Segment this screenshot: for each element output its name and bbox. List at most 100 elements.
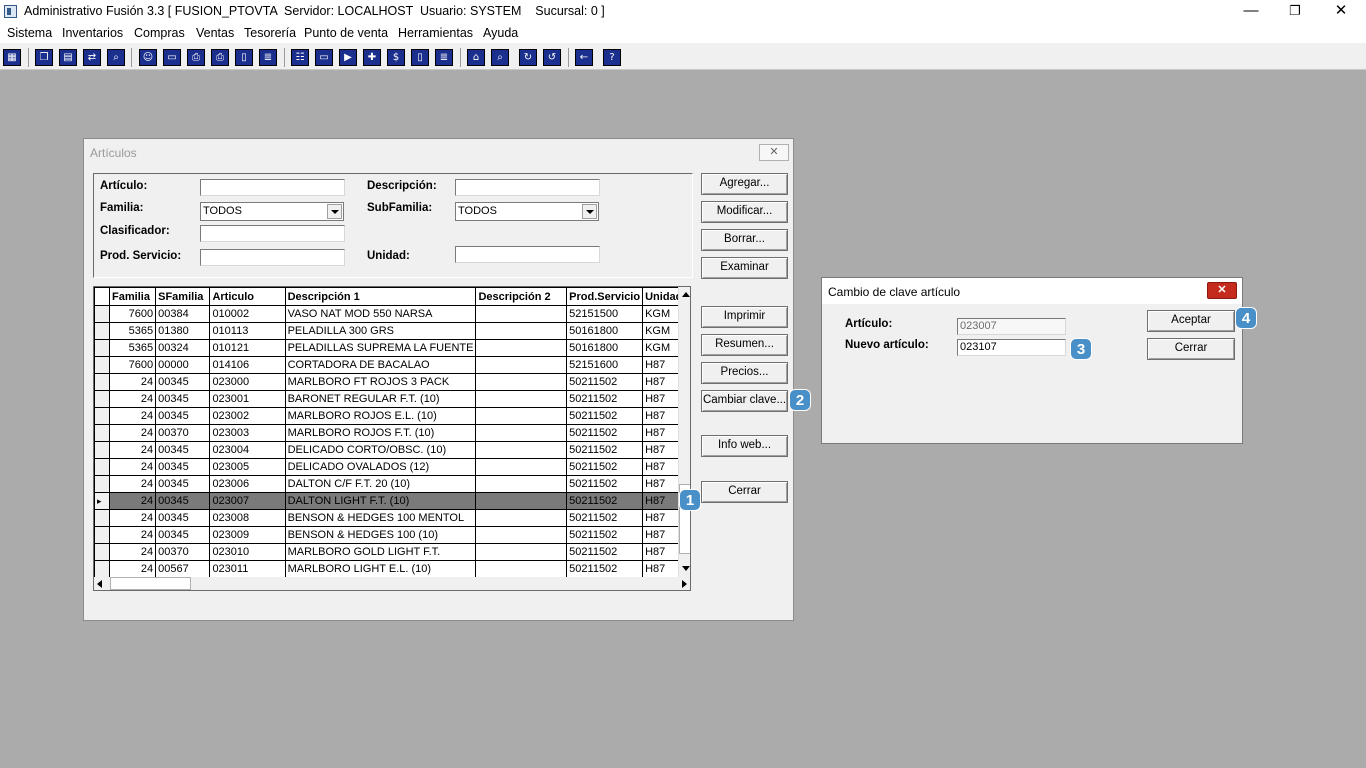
table-row[interactable]: 24 00345 023008 BENSON & HEDGES 100 MENTOL 5… — [94, 509, 690, 527]
scroll-down-icon[interactable] — [682, 566, 690, 571]
precios-button[interactable]: Precios... — [701, 362, 788, 384]
articulos-grid[interactable]: Familia SFamilia Articulo Descripción 1 … — [93, 286, 691, 591]
row-indicator[interactable] — [94, 458, 111, 476]
column-header[interactable]: Prod.Servicio — [566, 287, 644, 306]
examinar-button[interactable]: Examinar — [701, 257, 788, 279]
menu-punto-de-venta[interactable]: Punto de venta — [304, 26, 388, 40]
list-icon[interactable]: ≣ — [259, 49, 277, 66]
cambiar-clave-button[interactable]: Cambiar clave... — [701, 390, 788, 412]
table-row[interactable]: 24 00345 023004 DELICADO CORTO/OBSC. (10) 50… — [94, 441, 690, 459]
resumen-button[interactable]: Resumen... — [701, 334, 788, 356]
dollar-icon[interactable]: $ — [387, 49, 405, 66]
folder-icon[interactable]: ▭ — [163, 49, 181, 66]
row-indicator[interactable] — [94, 509, 111, 527]
dialog-close-button[interactable]: ✕ — [1207, 282, 1237, 299]
copy-icon[interactable]: ❐ — [35, 49, 53, 66]
printer-out-icon[interactable]: ⎙ — [187, 49, 205, 66]
row-indicator[interactable] — [94, 475, 111, 493]
cerrar-button[interactable]: Cerrar — [701, 481, 788, 503]
help-icon[interactable]: ? — [603, 49, 621, 66]
minimize-button[interactable]: — — [1228, 0, 1274, 24]
close-button[interactable]: ✕ — [1318, 0, 1364, 24]
report-icon[interactable]: ▯ — [411, 49, 429, 66]
menu-ayuda[interactable]: Ayuda — [483, 26, 518, 40]
table-row[interactable]: ▸ 24 00345 023007 DALTON LIGHT F.T. (10) 5021… — [94, 492, 690, 510]
agregar-button[interactable]: Agregar... — [701, 173, 788, 195]
menu-inventarios[interactable]: Inventarios — [62, 26, 123, 40]
articulos-close-button[interactable]: ✕ — [759, 144, 789, 161]
clasificador-input[interactable] — [200, 225, 345, 242]
table-row[interactable]: 7600 00384 010002 VASO NAT MOD 550 NARSA 521… — [94, 305, 690, 323]
add-icon[interactable]: ✚ — [363, 49, 381, 66]
table-row[interactable]: 24 00345 023001 BARONET REGULAR F.T. (10) 50… — [94, 390, 690, 408]
table-row[interactable]: 5365 01380 010113 PELADILLA 300 GRS 50161800… — [94, 322, 690, 340]
home-icon[interactable]: ⌂ — [467, 49, 485, 66]
table-row[interactable]: 24 00370 023010 MARLBORO GOLD LIGHT F.T. 502… — [94, 543, 690, 561]
column-header[interactable]: Descripción 1 — [284, 287, 477, 306]
unidad-input[interactable] — [455, 246, 600, 263]
back-icon[interactable]: ← — [575, 49, 593, 66]
table-row[interactable]: 24 00567 023011 MARLBORO LIGHT E.L. (10) 502… — [94, 560, 690, 578]
menu-sistema[interactable]: Sistema — [7, 26, 52, 40]
borrar-button[interactable]: Borrar... — [701, 229, 788, 251]
document-icon[interactable]: ▯ — [235, 49, 253, 66]
table-row[interactable]: 24 00370 023003 MARLBORO ROJOS F.T. (10) 502… — [94, 424, 690, 442]
row-indicator[interactable] — [94, 543, 111, 561]
column-header[interactable]: Articulo — [209, 287, 286, 306]
selected-row-indicator-icon[interactable]: ▸ — [94, 492, 111, 510]
aceptar-button[interactable]: Aceptar — [1147, 310, 1235, 332]
person-icon[interactable]: ☺ — [139, 49, 157, 66]
scroll-left-icon[interactable] — [97, 580, 102, 588]
card-icon[interactable]: ▭ — [315, 49, 333, 66]
row-indicator[interactable] — [94, 390, 111, 408]
users-icon[interactable]: ☷ — [291, 49, 309, 66]
dialog-nuevo-articulo-input[interactable]: 023107 — [957, 339, 1066, 356]
scroll-right-icon[interactable] — [682, 580, 687, 588]
prod-servicio-input[interactable] — [200, 249, 345, 266]
familia-select[interactable]: TODOS — [200, 202, 344, 221]
dialog-cerrar-button[interactable]: Cerrar — [1147, 338, 1235, 360]
undo-icon[interactable]: ↺ — [543, 49, 561, 66]
menu-herramientas[interactable]: Herramientas — [398, 26, 473, 40]
row-indicator[interactable] — [94, 356, 111, 374]
table-row[interactable]: 7600 00000 014106 CORTADORA DE BACALAO 52151… — [94, 356, 690, 374]
menu-tesoreria[interactable]: Tesorería — [244, 26, 296, 40]
calculator-icon[interactable]: ▦ — [3, 49, 21, 66]
horizontal-scroll-thumb[interactable] — [110, 577, 191, 590]
clipboard-icon[interactable]: ▤ — [59, 49, 77, 66]
table-row[interactable]: 24 00345 023006 DALTON C/F F.T. 20 (10) 5021… — [94, 475, 690, 493]
descripcion-filter-input[interactable] — [455, 179, 600, 196]
row-indicator[interactable] — [94, 441, 111, 459]
grid-vertical-scrollbar[interactable] — [678, 287, 690, 577]
column-header[interactable]: SFamilia — [155, 287, 211, 306]
table-row[interactable]: 5365 00324 010121 PELADILLAS SUPREMA LA FUE… — [94, 339, 690, 357]
chevron-down-icon[interactable] — [582, 204, 597, 219]
printer-icon[interactable]: ⎙ — [211, 49, 229, 66]
truck-icon[interactable]: ▶ — [339, 49, 357, 66]
row-indicator[interactable] — [94, 322, 111, 340]
refresh-icon[interactable]: ↻ — [519, 49, 537, 66]
search-icon[interactable]: ⌕ — [491, 49, 509, 66]
menu-compras[interactable]: Compras — [134, 26, 185, 40]
row-indicator[interactable] — [94, 424, 111, 442]
column-header[interactable]: Familia — [109, 287, 157, 306]
row-indicator[interactable] — [94, 560, 111, 578]
row-indicator[interactable] — [94, 407, 111, 425]
scroll-up-icon[interactable] — [682, 292, 690, 297]
column-header[interactable]: Descripción 2 — [475, 287, 568, 306]
table-row[interactable]: 24 00345 023002 MARLBORO ROJOS E.L. (10) 502… — [94, 407, 690, 425]
articulo-filter-input[interactable] — [200, 179, 345, 196]
info-web-button[interactable]: Info web... — [701, 435, 788, 457]
imprimir-button[interactable]: Imprimir — [701, 306, 788, 328]
grid-horizontal-scrollbar[interactable] — [94, 577, 690, 590]
transfer-icon[interactable]: ⇄ — [83, 49, 101, 66]
table-row[interactable]: 24 00345 023000 MARLBORO FT ROJOS 3 PACK 502… — [94, 373, 690, 391]
table-row[interactable]: 24 00345 023009 BENSON & HEDGES 100 (10) 502… — [94, 526, 690, 544]
row-indicator[interactable] — [94, 305, 111, 323]
chevron-down-icon[interactable] — [327, 204, 342, 219]
row-indicator[interactable] — [94, 526, 111, 544]
zoom-icon[interactable]: ⌕ — [107, 49, 125, 66]
menu-ventas[interactable]: Ventas — [196, 26, 234, 40]
restore-button[interactable]: ❐ — [1272, 0, 1318, 24]
table-icon[interactable]: ≣ — [435, 49, 453, 66]
